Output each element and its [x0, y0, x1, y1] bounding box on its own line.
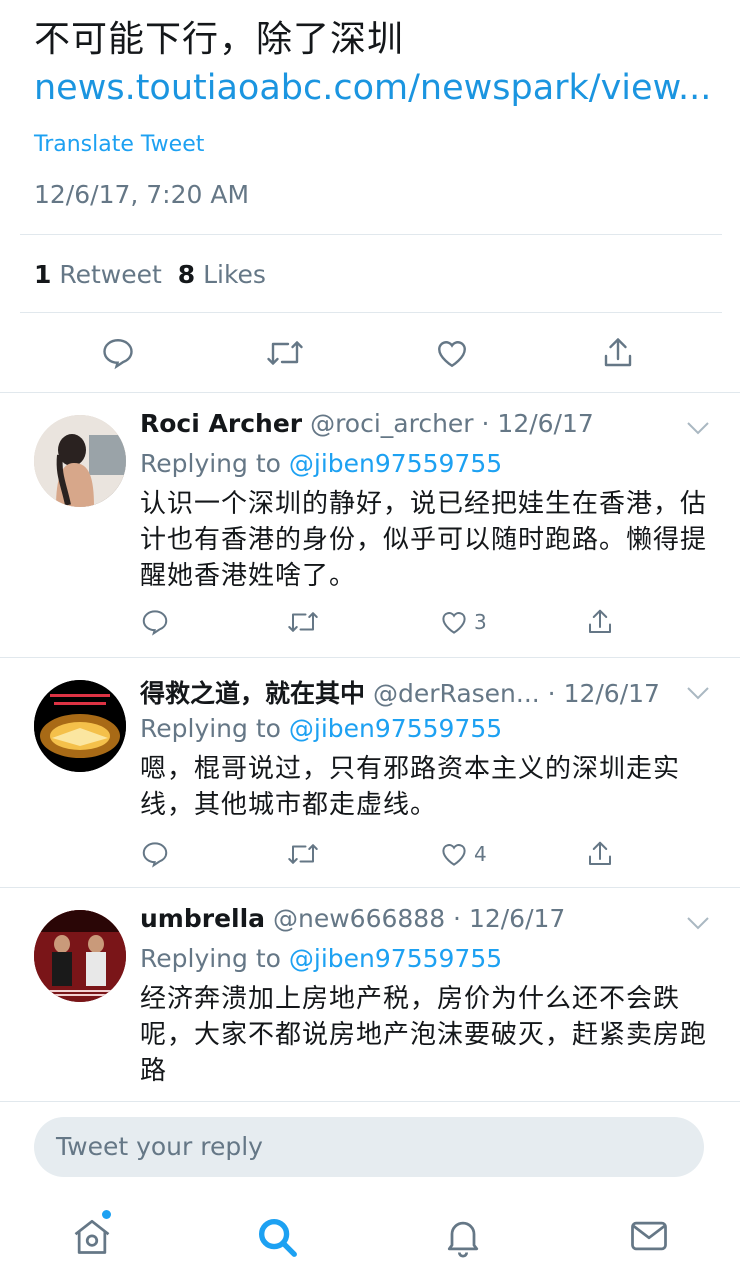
- retweet-count: 1: [34, 260, 52, 289]
- reply-author-name[interactable]: umbrella: [140, 904, 265, 933]
- chevron-down-icon[interactable]: [686, 686, 710, 700]
- avatar[interactable]: [34, 680, 126, 772]
- retweet-icon: [267, 341, 303, 365]
- replying-to: Replying to @jiben97559755: [140, 944, 502, 973]
- tab-notifications[interactable]: [441, 1214, 485, 1262]
- reply-item[interactable]: umbrella @new666888 · 12/6/17 Replying t…: [0, 888, 740, 1100]
- tab-messages[interactable]: [627, 1214, 671, 1262]
- reply-author-handle: @new666888 · 12/6/17: [273, 904, 566, 933]
- replying-to: Replying to @jiben97559755: [140, 449, 502, 478]
- tweet-link[interactable]: news.toutiaoabc.com/newspark/view....: [34, 68, 714, 108]
- replying-mention[interactable]: @jiben97559755: [289, 449, 502, 478]
- reply-button[interactable]: [140, 607, 170, 637]
- messages-icon: [631, 1221, 667, 1251]
- divider: [0, 1101, 740, 1102]
- reply-author-name[interactable]: Roci Archer: [140, 409, 302, 438]
- notification-dot: [102, 1210, 111, 1219]
- retweet-icon: [288, 844, 318, 864]
- heart-icon: [442, 612, 466, 634]
- reply-icon: [142, 842, 168, 868]
- replying-mention[interactable]: @jiben97559755: [289, 714, 502, 743]
- like-count: 4: [474, 842, 487, 866]
- tab-home[interactable]: [70, 1210, 114, 1262]
- replying-prefix: Replying to: [140, 449, 281, 478]
- reply-body: 嗯，棍哥说过，只有邪路资本主义的深圳走实线，其他城市都走虚线。: [140, 754, 681, 820]
- replying-to: Replying to @jiben97559755: [140, 714, 502, 743]
- notifications-icon: [447, 1221, 479, 1258]
- divider: [20, 312, 722, 313]
- reply-button[interactable]: [140, 839, 170, 869]
- chevron-down-icon[interactable]: [686, 421, 710, 435]
- share-button[interactable]: [585, 607, 615, 637]
- like-count: 8: [177, 260, 196, 289]
- share-button[interactable]: [585, 839, 615, 869]
- translate-tweet-link[interactable]: Translate Tweet: [34, 132, 204, 157]
- avatar[interactable]: [34, 910, 126, 1002]
- retweet-button[interactable]: [286, 839, 320, 869]
- reply-body: 经济奔溃加上房地产税，房价为什么还不会跌呢，大家不都说房地产泡沫要破灭，赶紧卖房…: [140, 984, 708, 1086]
- reply-button[interactable]: [100, 335, 136, 371]
- retweet-label: Retweet: [59, 260, 162, 289]
- avatar-image: [34, 910, 126, 1002]
- reply-author-handle: @derRasen... · 12/6/17: [372, 679, 660, 708]
- like-button[interactable]: [433, 335, 471, 371]
- likes-label: Likes: [203, 260, 266, 289]
- tweet-stats: 1 Retweet 8 Likes: [34, 260, 266, 289]
- retweet-button[interactable]: [286, 607, 320, 637]
- likes-stat[interactable]: 8 Likes: [178, 260, 266, 289]
- reply-item[interactable]: 得救之道，就在其中 @derRasen... · 12/6/17 Replyin…: [0, 658, 740, 887]
- replying-prefix: Replying to: [140, 714, 281, 743]
- heart-icon: [442, 844, 466, 866]
- heart-icon: [438, 341, 466, 368]
- like-count: 3: [474, 610, 487, 634]
- chevron-down-icon[interactable]: [686, 916, 710, 930]
- reply-item[interactable]: Roci Archer @roci_archer · 12/6/17 Reply…: [0, 393, 740, 657]
- reply-icon: [142, 610, 168, 636]
- like-button[interactable]: 4: [438, 839, 487, 869]
- tweet-timestamp: 12/6/17, 7:20 AM: [34, 180, 250, 209]
- like-button[interactable]: 3: [438, 607, 487, 637]
- search-icon: [258, 1218, 297, 1257]
- reply-header: umbrella @new666888 · 12/6/17: [140, 904, 565, 933]
- share-icon: [589, 609, 611, 633]
- share-icon: [604, 338, 632, 367]
- replying-prefix: Replying to: [140, 944, 281, 973]
- tab-search[interactable]: [254, 1214, 300, 1264]
- reply-author-handle: @roci_archer · 12/6/17: [310, 409, 594, 438]
- retweet-icon: [288, 612, 318, 632]
- reply-icon: [103, 339, 133, 370]
- retweet-stat[interactable]: 1 Retweet: [34, 260, 162, 289]
- reply-compose-input[interactable]: Tweet your reply: [34, 1117, 704, 1177]
- avatar[interactable]: [34, 415, 126, 507]
- replying-mention[interactable]: @jiben97559755: [289, 944, 502, 973]
- reply-body: 认识一个深圳的静好，说已经把娃生在香港，估计也有香港的身份，似乎可以随时跑路。懒…: [140, 489, 708, 591]
- reply-header: 得救之道，就在其中 @derRasen... · 12/6/17: [140, 674, 660, 710]
- share-button[interactable]: [600, 335, 636, 371]
- avatar-image: [34, 680, 126, 772]
- home-icon: [74, 1219, 110, 1254]
- reply-author-name[interactable]: 得救之道，就在其中: [140, 679, 365, 708]
- reply-header: Roci Archer @roci_archer · 12/6/17: [140, 409, 594, 438]
- retweet-button[interactable]: [265, 335, 305, 371]
- share-icon: [589, 841, 611, 865]
- divider: [20, 234, 722, 235]
- avatar-image: [34, 415, 126, 507]
- tweet-text: 不可能下行，除了深圳: [34, 19, 405, 60]
- bottom-tab-bar: [0, 1200, 740, 1280]
- tweet-action-bar: [0, 335, 740, 375]
